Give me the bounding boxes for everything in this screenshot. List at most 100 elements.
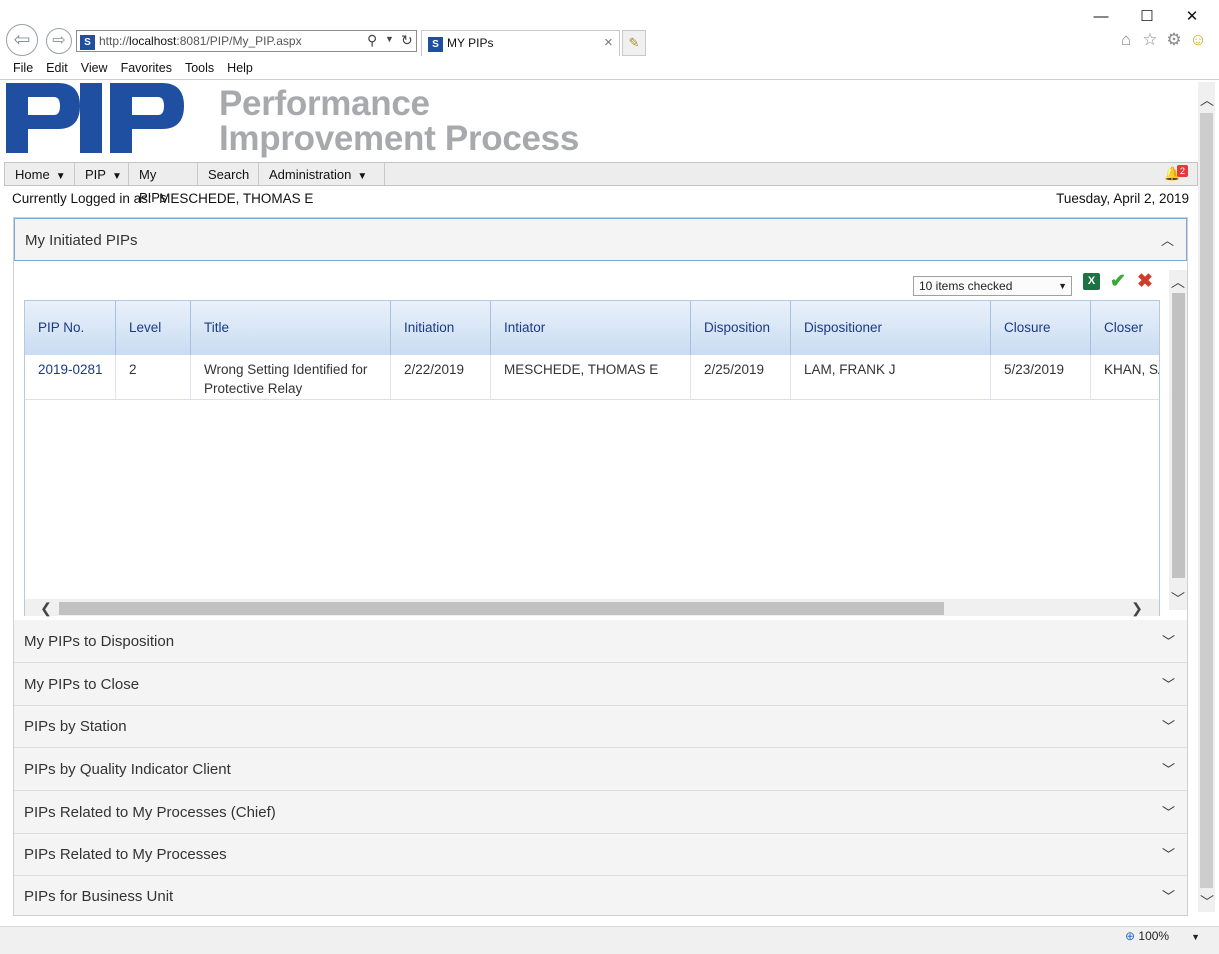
cell-title: Wrong Setting Identified for Protective … bbox=[191, 355, 391, 399]
excel-export-icon[interactable]: X bbox=[1083, 273, 1100, 290]
nav-my-pips[interactable]: My PIPs bbox=[129, 163, 198, 205]
col-closure[interactable]: Closure bbox=[991, 301, 1091, 355]
section-related-processes[interactable]: PIPs Related to My Processes ﹀ bbox=[14, 834, 1187, 876]
menu-edit[interactable]: Edit bbox=[46, 58, 68, 78]
pip-logo-icon bbox=[6, 83, 184, 153]
notification-bell-icon[interactable]: 🔔 bbox=[1164, 166, 1180, 181]
status-filter-dropdown[interactable]: 10 items checked ▼ bbox=[913, 276, 1072, 296]
menu-help[interactable]: Help bbox=[227, 58, 253, 78]
zoom-icon: ⊕ bbox=[1125, 929, 1136, 943]
scroll-down-icon[interactable]: ﹀ bbox=[1170, 591, 1186, 607]
cell-level: 2 bbox=[116, 355, 191, 399]
chevron-down-icon: ﹀ bbox=[1161, 719, 1175, 734]
logo-text: Performance Improvement Process bbox=[219, 86, 579, 156]
nav-search[interactable]: Search bbox=[198, 163, 259, 185]
scroll-right-icon[interactable]: ❯ bbox=[1129, 600, 1145, 616]
cell-dispositioner: LAM, FRANK J bbox=[791, 355, 991, 399]
chevron-down-icon: ﹀ bbox=[1161, 847, 1175, 862]
smiley-feedback-icon[interactable]: ☺ bbox=[1188, 30, 1208, 50]
clear-selection-icon[interactable]: ✖ bbox=[1137, 270, 1153, 293]
chevron-down-icon: ﹀ bbox=[1161, 805, 1175, 820]
page-scroll-thumb[interactable] bbox=[1200, 113, 1213, 888]
search-icon[interactable]: ⚲ bbox=[367, 32, 377, 49]
nav-search-label: Search bbox=[208, 167, 250, 182]
zoom-dropdown-icon: ▼ bbox=[1191, 932, 1201, 942]
url-path: :8081/PIP/My_PIP.aspx bbox=[176, 34, 302, 48]
section-my-initiated-pips[interactable]: My Initiated PIPs ︿ bbox=[14, 218, 1187, 261]
col-initiator[interactable]: Intiator bbox=[491, 301, 691, 355]
cell-initiator: MESCHEDE, THOMAS E bbox=[491, 355, 691, 399]
menu-file[interactable]: File bbox=[13, 58, 33, 78]
maximize-icon[interactable]: ☐ bbox=[1124, 6, 1170, 30]
minimize-icon[interactable]: — bbox=[1078, 6, 1124, 30]
col-pip-no[interactable]: PIP No. bbox=[25, 301, 116, 355]
dropdown-arrow-icon: ▼ bbox=[1058, 281, 1067, 291]
col-dispositioner[interactable]: Dispositioner bbox=[791, 301, 991, 355]
tab-close-icon[interactable]: × bbox=[604, 34, 613, 51]
logged-in-user: MESCHEDE, THOMAS E bbox=[159, 191, 314, 206]
section-to-disposition[interactable]: My PIPs to Disposition ﹀ bbox=[14, 620, 1187, 663]
nav-administration[interactable]: Administration ▼ bbox=[259, 163, 385, 185]
logo-line1: Performance bbox=[219, 84, 430, 123]
menu-view[interactable]: View bbox=[81, 58, 108, 78]
section-title: PIPs by Quality Indicator Client bbox=[24, 761, 231, 778]
nav-pip[interactable]: PIP ▼ bbox=[75, 163, 129, 185]
section-to-close[interactable]: My PIPs to Close ﹀ bbox=[14, 663, 1187, 706]
col-title[interactable]: Title bbox=[191, 301, 391, 355]
nav-administration-label: Administration bbox=[269, 167, 352, 182]
grid-vertical-scroll-thumb[interactable] bbox=[1172, 293, 1185, 578]
menu-tools[interactable]: Tools bbox=[185, 58, 214, 78]
menu-bar: File Edit View Favorites Tools Help bbox=[0, 58, 253, 78]
new-tab-icon[interactable]: ✎ bbox=[622, 30, 646, 56]
url-prefix: http:// bbox=[99, 34, 130, 48]
close-window-icon[interactable]: ✕ bbox=[1169, 6, 1215, 30]
home-icon[interactable]: ⌂ bbox=[1116, 30, 1136, 50]
site-icon: S bbox=[80, 34, 95, 51]
section-by-station[interactable]: PIPs by Station ﹀ bbox=[14, 706, 1187, 748]
chevron-down-icon: ﹀ bbox=[1161, 762, 1175, 777]
page-scroll-down-icon[interactable]: ﹀ bbox=[1199, 894, 1215, 910]
address-dropdown-icon[interactable]: ▼ bbox=[385, 34, 394, 44]
nav-pip-caret-icon: ▼ bbox=[111, 171, 122, 182]
back-button[interactable]: ⇦ bbox=[6, 24, 38, 56]
section-related-processes-chief[interactable]: PIPs Related to My Processes (Chief) ﹀ bbox=[14, 791, 1187, 834]
col-disposition[interactable]: Disposition bbox=[691, 301, 791, 355]
tab-my-pips[interactable]: S MY PIPs × bbox=[421, 30, 620, 56]
section-title: PIPs Related to My Processes (Chief) bbox=[24, 804, 276, 821]
section-business-unit[interactable]: PIPs for Business Unit ﹀ bbox=[14, 876, 1187, 915]
page-scroll-up-icon[interactable]: ︿ bbox=[1199, 92, 1215, 108]
zoom-control[interactable]: ⊕ 100% ▼ bbox=[1125, 929, 1200, 943]
chevron-up-icon: ︿ bbox=[1160, 233, 1174, 248]
top-nav: Home ▼ PIP ▼ My PIPs Search Administration… bbox=[4, 162, 1198, 205]
chevron-down-icon: ﹀ bbox=[1161, 677, 1175, 692]
address-bar[interactable]: S http://localhost:8081/PIP/My_PIP.aspx … bbox=[76, 30, 417, 52]
pip-no-link[interactable]: 2019-0281 bbox=[38, 362, 103, 377]
scroll-left-icon[interactable]: ❮ bbox=[38, 600, 54, 616]
tab-site-icon: S bbox=[428, 36, 443, 53]
nav-home-caret-icon: ▼ bbox=[55, 171, 66, 182]
cell-disposition: 2/25/2019 bbox=[691, 355, 791, 399]
section-title: PIPs for Business Unit bbox=[24, 888, 174, 905]
section-by-quality-indicator[interactable]: PIPs by Quality Indicator Client ﹀ bbox=[14, 748, 1187, 791]
table-row[interactable]: 2019-0281 2 Wrong Setting Identified for… bbox=[25, 355, 1159, 400]
cell-pip-no[interactable]: 2019-0281 bbox=[25, 355, 116, 399]
check-all-icon[interactable]: ✔ bbox=[1110, 270, 1126, 293]
section-title: PIPs by Station bbox=[24, 718, 127, 735]
section-title: My PIPs to Disposition bbox=[24, 633, 175, 650]
grid-horizontal-scroll-thumb[interactable] bbox=[59, 602, 944, 615]
col-closer[interactable]: Closer bbox=[1091, 301, 1159, 355]
current-date: Tuesday, April 2, 2019 bbox=[1056, 191, 1189, 206]
settings-gear-icon[interactable]: ⚙ bbox=[1164, 30, 1184, 50]
favorites-star-icon[interactable]: ☆ bbox=[1140, 30, 1160, 50]
logged-in-line: Currently Logged in as: MESCHEDE, THOMAS… bbox=[12, 191, 313, 206]
url-host: localhost bbox=[129, 34, 177, 48]
scroll-up-icon[interactable]: ︿ bbox=[1170, 274, 1186, 290]
logo-line2: Improvement Process bbox=[219, 119, 580, 158]
forward-button[interactable]: ⇨ bbox=[46, 28, 72, 54]
refresh-icon[interactable]: ↻ bbox=[401, 32, 413, 49]
nav-home[interactable]: Home ▼ bbox=[5, 163, 75, 185]
nav-home-label: Home bbox=[15, 167, 50, 182]
menu-favorites[interactable]: Favorites bbox=[121, 58, 172, 78]
col-initiation[interactable]: Initiation bbox=[391, 301, 491, 355]
col-level[interactable]: Level bbox=[116, 301, 191, 355]
